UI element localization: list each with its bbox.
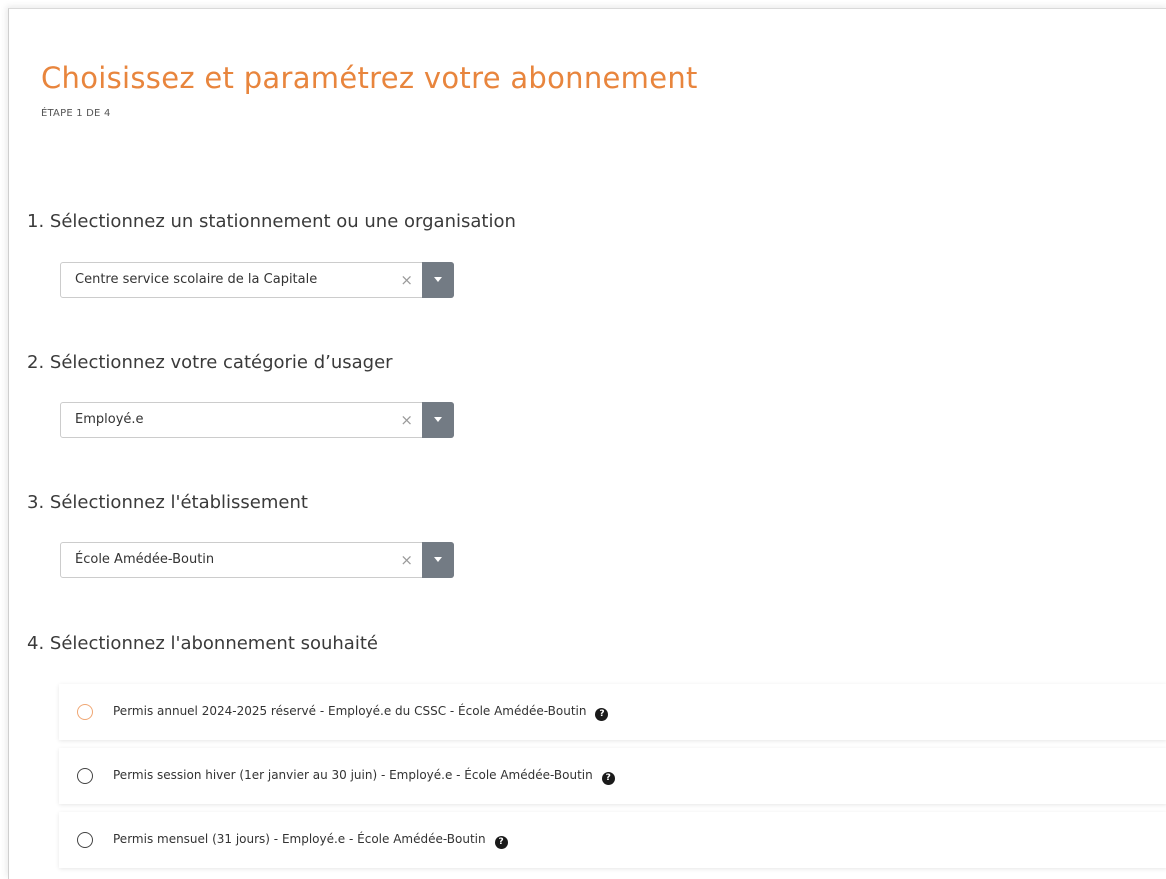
clear-icon[interactable]: ×	[400, 411, 413, 429]
question-circle-icon[interactable]: ?	[601, 772, 615, 785]
clear-icon[interactable]: ×	[400, 551, 413, 569]
page-title: Choisissez et paramétrez votre abonnemen…	[41, 61, 698, 95]
radio-button[interactable]	[77, 832, 93, 848]
parking-select-value: Centre service scolaire de la Capitale	[75, 272, 318, 287]
radio-button[interactable]	[77, 704, 93, 720]
category-select-value: Employé.e	[75, 412, 144, 427]
form-panel: Choisissez et paramétrez votre abonnemen…	[8, 8, 1166, 879]
subscription-option[interactable]: Permis session hiver (1er janvier au 30 …	[59, 748, 1166, 804]
section-heading-subscription: 4. Sélectionnez l'abonnement souhaité	[27, 633, 378, 654]
section-heading-category: 2. Sélectionnez votre catégorie d’usager	[27, 352, 393, 373]
subscription-option[interactable]: Permis mensuel (31 jours) - Employé.e - …	[59, 812, 1166, 868]
category-select[interactable]: Employé.e ×	[60, 402, 454, 438]
establishment-select[interactable]: École Amédée-Boutin ×	[60, 542, 454, 578]
establishment-select-value: École Amédée-Boutin	[75, 552, 215, 567]
option-text: Permis mensuel (31 jours) - Employé.e - …	[113, 832, 486, 846]
option-text: Permis annuel 2024-2025 réservé - Employ…	[113, 704, 587, 718]
step-indicator: ÉTAPE 1 DE 4	[41, 108, 111, 119]
chevron-down-icon[interactable]	[422, 262, 454, 298]
section-heading-establishment: 3. Sélectionnez l'établissement	[27, 492, 308, 513]
subscription-option-label: Permis session hiver (1er janvier au 30 …	[113, 768, 615, 785]
question-circle-icon[interactable]: ?	[595, 708, 609, 721]
chevron-down-icon[interactable]	[422, 542, 454, 578]
subscription-option-label: Permis mensuel (31 jours) - Employé.e - …	[113, 832, 508, 849]
subscription-option-label: Permis annuel 2024-2025 réservé - Employ…	[113, 704, 609, 721]
radio-button[interactable]	[77, 768, 93, 784]
chevron-down-icon[interactable]	[422, 402, 454, 438]
clear-icon[interactable]: ×	[400, 271, 413, 289]
subscription-option[interactable]: Permis annuel 2024-2025 réservé - Employ…	[59, 684, 1166, 740]
option-text: Permis session hiver (1er janvier au 30 …	[113, 768, 593, 782]
question-circle-icon[interactable]: ?	[494, 836, 508, 849]
parking-select[interactable]: Centre service scolaire de la Capitale ×	[60, 262, 454, 298]
section-heading-parking: 1. Sélectionnez un stationnement ou une …	[27, 211, 516, 232]
